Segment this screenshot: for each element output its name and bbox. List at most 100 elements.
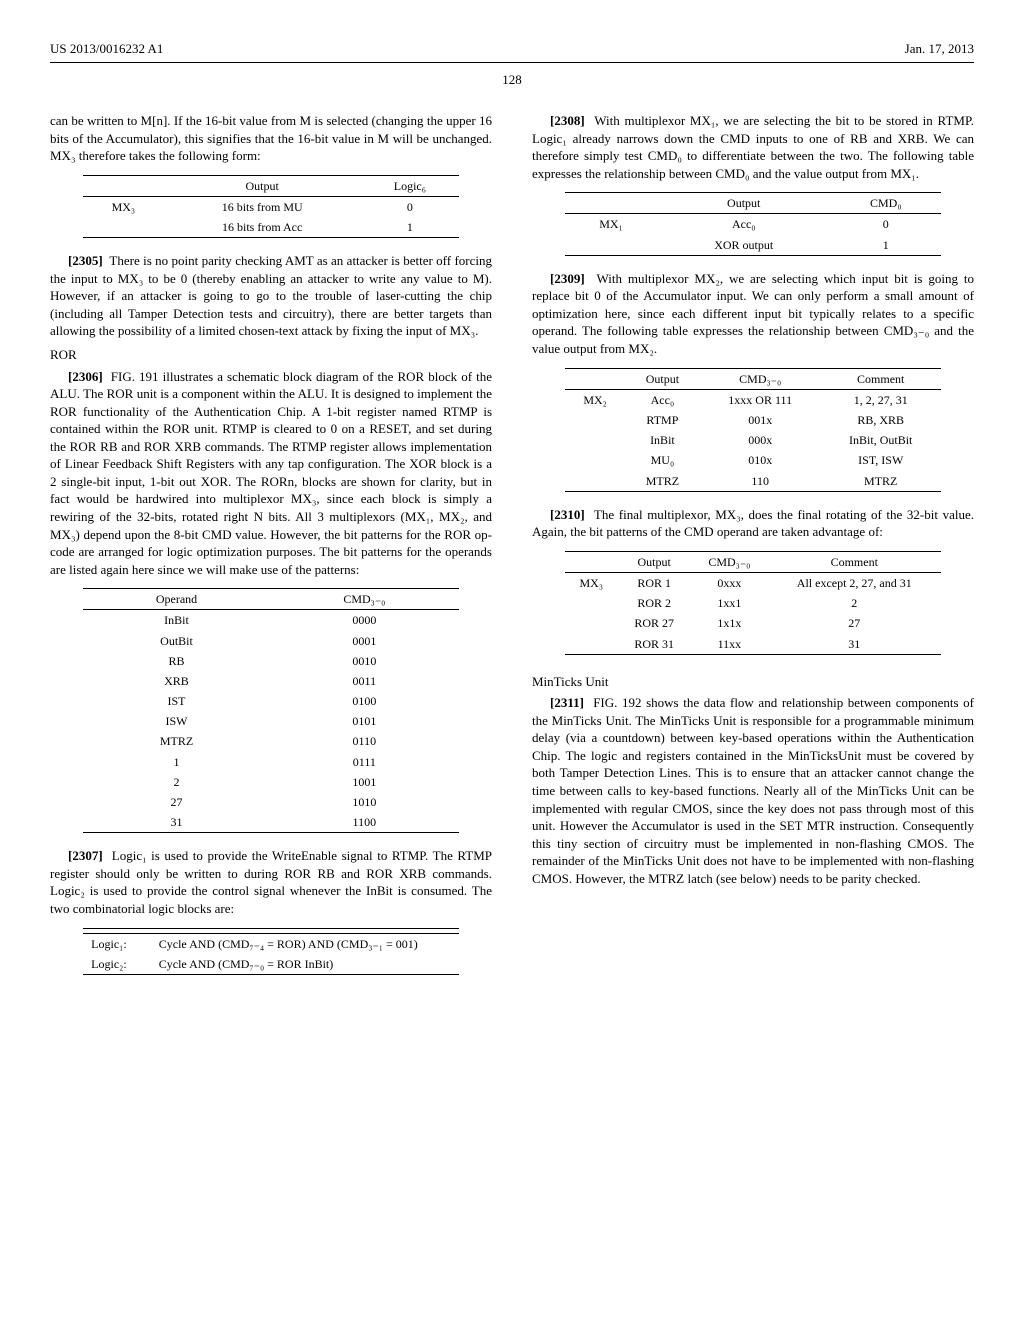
td: Cycle AND (CMD₇₋₀ = ROR InBit) <box>151 954 459 975</box>
table-operand: Operand CMD₃₋₀ InBit0000 OutBit0001 RB00… <box>83 588 459 833</box>
td: 31 <box>83 812 270 833</box>
td: 0101 <box>270 711 459 731</box>
para-text: With multiplexor MX₂, we are selecting w… <box>532 271 974 356</box>
td: 0 <box>831 214 941 235</box>
th <box>565 368 625 389</box>
td: 2 <box>83 772 270 792</box>
th: Operand <box>83 589 270 610</box>
td: XRB <box>83 671 270 691</box>
th: Logic₆ <box>361 175 459 196</box>
page-number: 128 <box>50 71 974 89</box>
th: Comment <box>821 368 941 389</box>
td: 010x <box>700 450 821 470</box>
table-logic: Logic₁: Cycle AND (CMD₇₋₄ = ROR) AND (CM… <box>83 928 459 975</box>
td: Logic₁: <box>83 933 151 954</box>
para-text: FIG. 191 illustrates a schematic block d… <box>50 369 492 577</box>
td: RTMP <box>625 410 700 430</box>
td <box>83 217 163 238</box>
th: Output <box>617 551 691 572</box>
td: ROR 31 <box>617 634 691 655</box>
td: MX₂ <box>565 389 625 410</box>
td: MU₀ <box>625 450 700 470</box>
td <box>565 450 625 470</box>
th <box>565 551 617 572</box>
td: 1 <box>83 752 270 772</box>
td: 1100 <box>270 812 459 833</box>
td: 000x <box>700 430 821 450</box>
th: Output <box>164 175 361 196</box>
td: 0001 <box>270 631 459 651</box>
td: InBit, OutBit <box>821 430 941 450</box>
td: 1 <box>361 217 459 238</box>
td: 001x <box>700 410 821 430</box>
left-column: can be written to M[n]. If the 16-bit va… <box>50 112 492 989</box>
para-2309: [2309] With multiplexor MX₂, we are sele… <box>532 270 974 358</box>
para-num: [2309] <box>550 271 585 286</box>
para-text: FIG. 192 shows the data flow and relatio… <box>532 695 974 885</box>
td: 16 bits from Acc <box>164 217 361 238</box>
td: Acc₀ <box>625 389 700 410</box>
td: 1 <box>831 235 941 256</box>
table-mx3-left: Output Logic₆ MX₃ 16 bits from MU 0 16 b… <box>83 175 459 239</box>
para-text: Logic₁ is used to provide the WriteEnabl… <box>50 848 492 916</box>
para-num: [2305] <box>68 253 103 268</box>
section-ror: ROR <box>50 346 492 364</box>
th: Comment <box>768 551 941 572</box>
td: MX₃ <box>565 572 617 593</box>
td: 1xx1 <box>691 593 768 613</box>
td: RB, XRB <box>821 410 941 430</box>
td: InBit <box>625 430 700 450</box>
td: 27 <box>83 792 270 812</box>
para-2311: [2311] FIG. 192 shows the data flow and … <box>532 694 974 887</box>
publication-date: Jan. 17, 2013 <box>905 40 974 58</box>
td: 31 <box>768 634 941 655</box>
td <box>565 613 617 633</box>
intro-text: can be written to M[n]. If the 16-bit va… <box>50 112 492 165</box>
td <box>565 410 625 430</box>
td: 2 <box>768 593 941 613</box>
td: IST <box>83 691 270 711</box>
td: 110 <box>700 471 821 492</box>
td: 1x1x <box>691 613 768 633</box>
td: 0100 <box>270 691 459 711</box>
para-num: [2310] <box>550 507 585 522</box>
table-mx3-right: Output CMD₃₋₀ Comment MX₃ROR 10xxxAll ex… <box>565 551 941 655</box>
td: MTRZ <box>625 471 700 492</box>
td: MTRZ <box>83 731 270 751</box>
para-2307: [2307] Logic₁ is used to provide the Wri… <box>50 847 492 917</box>
td: MX₁ <box>565 214 657 235</box>
th: Output <box>625 368 700 389</box>
section-minticks: MinTicks Unit <box>532 673 974 691</box>
para-num: [2311] <box>550 695 584 710</box>
td: 1xxx OR 111 <box>700 389 821 410</box>
publication-id: US 2013/0016232 A1 <box>50 40 163 58</box>
para-num: [2306] <box>68 369 103 384</box>
td: Cycle AND (CMD₇₋₄ = ROR) AND (CMD₃₋₁ = 0… <box>151 933 459 954</box>
td: Logic₂: <box>83 954 151 975</box>
th <box>83 175 163 196</box>
table-mx1: Output CMD₀ MX₁ Acc₀ 0 XOR output 1 <box>565 192 941 256</box>
td: ISW <box>83 711 270 731</box>
td: ROR 1 <box>617 572 691 593</box>
page-header: US 2013/0016232 A1 Jan. 17, 2013 <box>50 40 974 63</box>
td: ROR 2 <box>617 593 691 613</box>
para-text: There is no point parity checking AMT as… <box>50 253 492 338</box>
para-2310: [2310] The final multiplexor, MX₃, does … <box>532 506 974 541</box>
td: 0 <box>361 196 459 217</box>
th: CMD₀ <box>831 193 941 214</box>
td: 0xxx <box>691 572 768 593</box>
right-column: [2308] With multiplexor MX₁, we are sele… <box>532 112 974 989</box>
para-2306: [2306] FIG. 191 illustrates a schematic … <box>50 368 492 579</box>
td: RB <box>83 651 270 671</box>
td <box>565 471 625 492</box>
td: 11xx <box>691 634 768 655</box>
td <box>565 430 625 450</box>
td <box>565 593 617 613</box>
th: CMD₃₋₀ <box>691 551 768 572</box>
para-num: [2308] <box>550 113 585 128</box>
td: IST, ISW <box>821 450 941 470</box>
two-column-layout: can be written to M[n]. If the 16-bit va… <box>50 112 974 989</box>
para-text: The final multiplexor, MX₃, does the fin… <box>532 507 974 540</box>
table-mx2: Output CMD₃₋₀ Comment MX₂Acc₀1xxx OR 111… <box>565 368 941 492</box>
td: 1001 <box>270 772 459 792</box>
